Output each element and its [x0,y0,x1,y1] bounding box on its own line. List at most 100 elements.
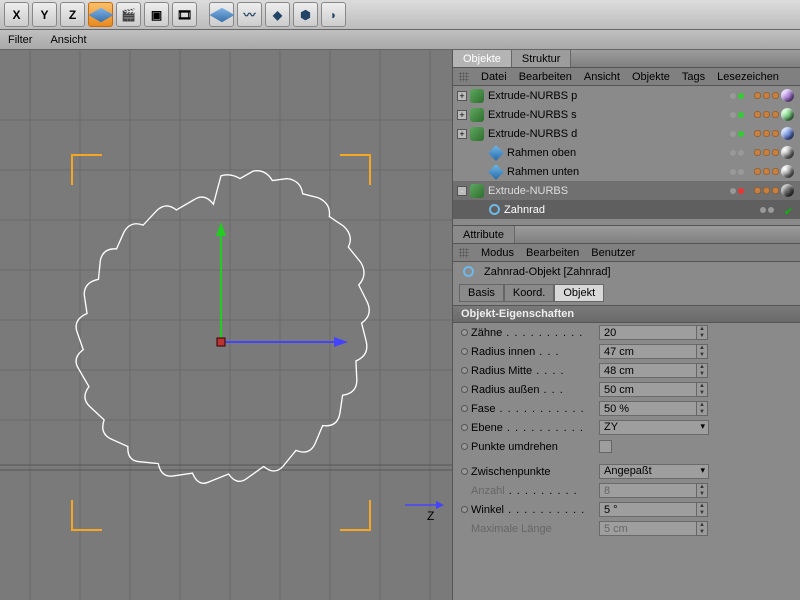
primitive-spline-button[interactable]: 〰 [237,2,262,27]
expand-icon[interactable]: - [457,186,467,196]
tab-koord[interactable]: Koord. [504,284,554,302]
spinner[interactable]: ▲▼ [696,382,708,397]
tree-row[interactable]: Rahmen oben [453,143,800,162]
tab-struktur[interactable]: Struktur [512,50,572,67]
array-button[interactable]: ⬢ [293,2,318,27]
tag-bead[interactable] [754,130,761,137]
tag-bead[interactable] [772,130,779,137]
vis-dot[interactable] [730,131,736,137]
vis-dot[interactable] [738,131,744,137]
tag-bead[interactable] [754,187,761,194]
lock-icon[interactable] [461,468,468,475]
tag-bead[interactable] [754,168,761,175]
om-menu-bearbeiten[interactable]: Bearbeiten [519,71,572,83]
expand-icon[interactable]: + [457,129,467,139]
vis-dot[interactable] [738,93,744,99]
tag-bead[interactable] [772,187,779,194]
nurbs-button[interactable]: ◆ [265,2,290,27]
vis-dot[interactable] [760,207,766,213]
tag-bead[interactable] [754,92,761,99]
zwischenpunkte-select[interactable]: Angepaßt [599,464,709,479]
axis-z-button[interactable]: Z [60,2,85,27]
attr-menu-bearbeiten[interactable]: Bearbeiten [526,247,579,259]
tag-bead[interactable] [754,111,761,118]
spinner[interactable]: ▲▼ [696,401,708,416]
tag-bead[interactable] [772,168,779,175]
tag-bead[interactable] [763,149,770,156]
expand-icon[interactable]: + [457,91,467,101]
radius-aussen-input[interactable] [599,382,697,397]
radius-mitte-input[interactable] [599,363,697,378]
attr-menu-modus[interactable]: Modus [481,247,514,259]
viewport-3d[interactable]: Z [0,50,452,600]
axis-x-button[interactable]: X [4,2,29,27]
radius-innen-input[interactable] [599,344,697,359]
cube-tool-button[interactable] [88,2,113,27]
vis-dot[interactable] [730,150,736,156]
primitive-cube-button[interactable] [209,2,234,27]
film-tool-button[interactable]: 🎞 [172,2,197,27]
material-sphere[interactable] [781,108,794,121]
tree-row[interactable]: -Extrude-NURBS [453,181,800,200]
tab-basis[interactable]: Basis [459,284,504,302]
fase-input[interactable] [599,401,697,416]
material-sphere[interactable] [781,165,794,178]
spinner[interactable]: ▲▼ [696,502,708,517]
tree-row[interactable]: +Extrude-NURBS s [453,105,800,124]
material-sphere[interactable] [781,146,794,159]
vis-dot[interactable] [738,169,744,175]
lock-icon[interactable] [461,348,468,355]
tag-bead[interactable] [772,149,779,156]
tag-bead[interactable] [754,149,761,156]
vis-dot[interactable] [730,93,736,99]
lock-icon[interactable] [461,405,468,412]
lock-icon[interactable] [461,329,468,336]
menu-ansicht[interactable]: Ansicht [50,34,86,46]
lock-icon[interactable] [461,443,468,450]
om-menu-lesezeichen[interactable]: Lesezeichen [717,71,779,83]
tag-bead[interactable] [763,130,770,137]
tag-bead[interactable] [763,111,770,118]
tab-objekte[interactable]: Objekte [453,50,512,67]
om-menu-tags[interactable]: Tags [682,71,705,83]
lock-icon[interactable] [461,424,468,431]
lock-icon[interactable] [461,386,468,393]
render-tool-button[interactable]: ▣ [144,2,169,27]
vis-dot[interactable] [738,150,744,156]
vis-dot[interactable] [730,188,736,194]
grip-icon[interactable] [459,72,469,82]
om-menu-ansicht[interactable]: Ansicht [584,71,620,83]
vis-dot[interactable] [730,112,736,118]
material-sphere[interactable] [781,127,794,140]
material-sphere[interactable] [781,89,794,102]
om-menu-datei[interactable]: Datei [481,71,507,83]
expand-icon[interactable]: + [457,110,467,120]
material-sphere[interactable] [781,184,794,197]
tag-bead[interactable] [772,111,779,118]
tree-row[interactable]: +Extrude-NURBS d [453,124,800,143]
ebene-select[interactable]: ZY [599,420,709,435]
menu-filter[interactable]: Filter [8,34,32,46]
tag-bead[interactable] [763,92,770,99]
tree-row[interactable]: +Extrude-NURBS p [453,86,800,105]
object-tree[interactable]: +Extrude-NURBS p+Extrude-NURBS s+Extrude… [453,86,800,226]
spinner[interactable]: ▲▼ [696,325,708,340]
spinner[interactable]: ▲▼ [696,363,708,378]
vis-dot[interactable] [738,112,744,118]
deformer-button[interactable]: ◗ [321,2,346,27]
tree-row[interactable]: Rahmen unten [453,162,800,181]
winkel-input[interactable] [599,502,697,517]
vis-dot[interactable] [738,188,744,194]
vis-dot[interactable] [730,169,736,175]
attr-menu-benutzer[interactable]: Benutzer [591,247,635,259]
tab-objekt[interactable]: Objekt [554,284,604,302]
axis-y-button[interactable]: Y [32,2,57,27]
tree-row[interactable]: Zahnrad✔ [453,200,800,219]
umdrehen-checkbox[interactable] [599,440,612,453]
clapper-tool-button[interactable]: 🎬 [116,2,141,27]
lock-icon[interactable] [461,506,468,513]
vis-dot[interactable] [768,207,774,213]
tag-bead[interactable] [763,168,770,175]
om-menu-objekte[interactable]: Objekte [632,71,670,83]
tag-bead[interactable] [763,187,770,194]
